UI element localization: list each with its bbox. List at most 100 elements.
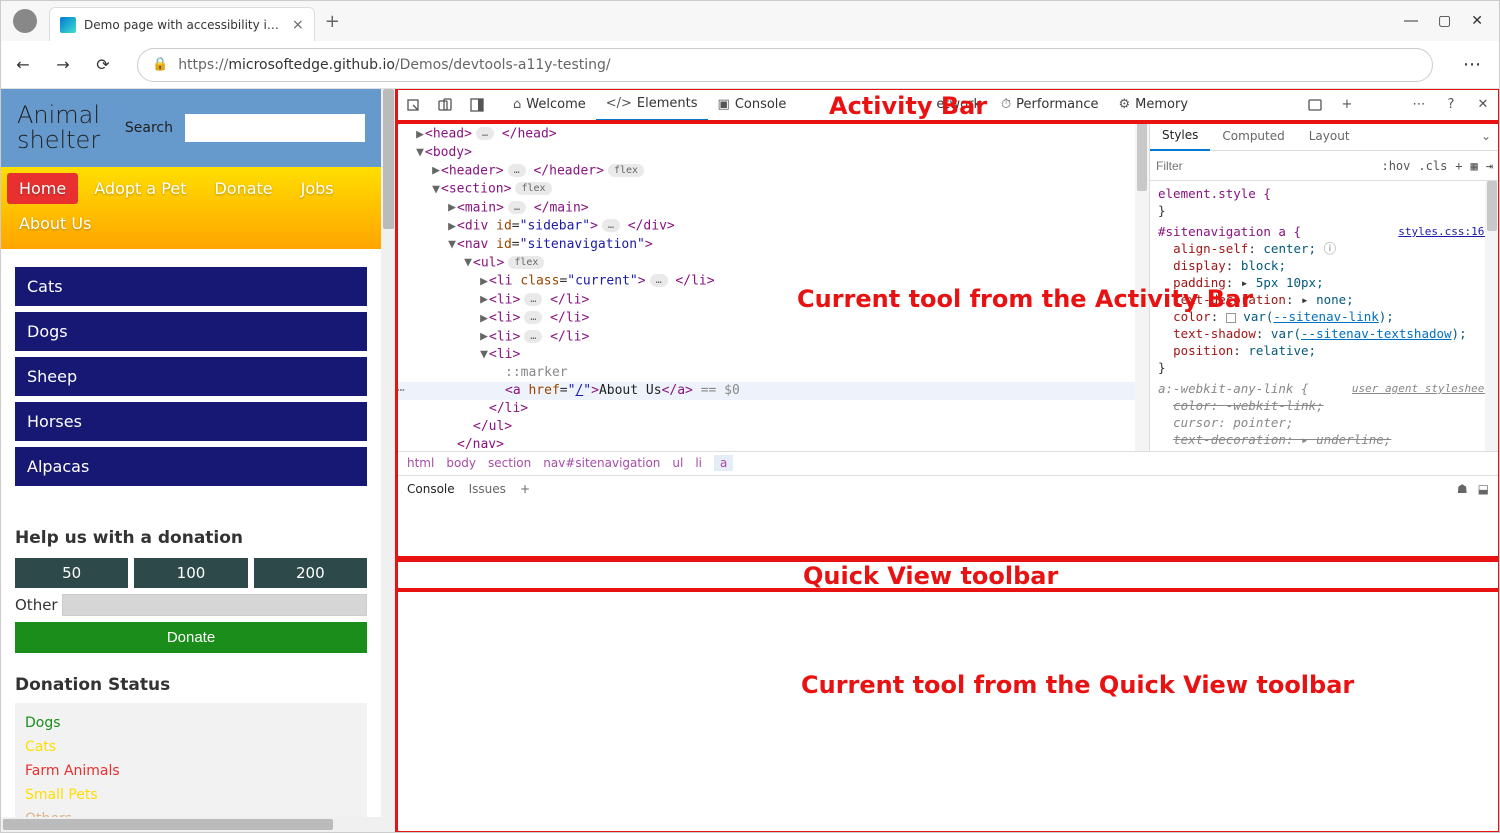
perf-icon: ⏱ <box>1001 97 1011 112</box>
site-nav: HomeAdopt a PetDonateJobs About Us <box>1 167 381 249</box>
devtools-close-icon[interactable]: ✕ <box>1467 97 1499 112</box>
titlebar: Demo page with accessibility issue × + ―… <box>1 1 1499 41</box>
tab-memory[interactable]: ⚙Memory <box>1109 89 1199 121</box>
help-icon[interactable]: ? <box>1435 97 1467 112</box>
animal-list: Cats Dogs Sheep Horses Alpacas <box>1 249 381 510</box>
content-area: Animal shelter Search HomeAdopt a PetDon… <box>1 89 1499 832</box>
donation-amount-button[interactable]: 50 <box>15 558 128 588</box>
tab-console[interactable]: ▣Console <box>708 89 797 121</box>
profile-icon[interactable] <box>13 9 37 33</box>
urlbar[interactable]: 🔒 https://microsoftedge.github.io/Demos/… <box>137 48 1433 82</box>
elements-icon: </> <box>606 96 632 111</box>
site-title: Animal shelter <box>17 103 113 153</box>
list-item[interactable]: Sheep <box>15 357 367 396</box>
nav-donate[interactable]: Donate <box>202 173 284 204</box>
tab-elements[interactable]: </>Elements <box>596 89 708 121</box>
hov-button[interactable]: :hov <box>1381 159 1410 173</box>
nav-adopt-a-pet[interactable]: Adopt a Pet <box>82 173 198 204</box>
donate-button[interactable]: Donate <box>15 622 367 653</box>
plus-icon[interactable]: + <box>1331 97 1363 112</box>
console-icon: ▣ <box>718 97 730 112</box>
status-item: Farm Animals <box>25 759 357 783</box>
panel-icon[interactable] <box>1299 97 1331 113</box>
activity-bar: ⌂Welcome </>Elements ▣Console etwork ⏱Pe… <box>397 89 1499 121</box>
styles-filter-input[interactable] <box>1156 159 1373 173</box>
bug-icon[interactable]: ☗ <box>1457 482 1468 496</box>
breadcrumb-item[interactable]: body <box>446 456 476 470</box>
list-item[interactable]: Alpacas <box>15 447 367 486</box>
quick-view-body[interactable] <box>397 503 1499 833</box>
more-icon[interactable]: ⋯ <box>1403 97 1435 112</box>
styles-tab-computed[interactable]: Computed <box>1210 121 1296 151</box>
maximize-icon[interactable]: ▢ <box>1438 13 1451 29</box>
quick-tab-console[interactable]: Console <box>407 482 455 496</box>
list-item[interactable]: Horses <box>15 402 367 441</box>
home-icon: ⌂ <box>513 97 521 112</box>
dom-tree[interactable]: ▶<head>… </head> ▼<body> ▶<header>… </he… <box>397 121 1149 451</box>
download-icon[interactable]: ⬓ <box>1478 482 1489 496</box>
edge-favicon-icon <box>60 17 76 33</box>
minimize-icon[interactable]: ― <box>1404 13 1418 29</box>
site-header: Animal shelter Search <box>1 89 381 167</box>
donation-amount-button[interactable]: 100 <box>134 558 247 588</box>
browser-tab[interactable]: Demo page with accessibility issue × <box>49 7 315 41</box>
styles-sidebar: Styles Computed Layout ⌄ :hov .cls + ▦ ⇥ <box>1149 121 1499 451</box>
export-icon[interactable]: ⇥ <box>1486 159 1493 173</box>
donation-amount-button[interactable]: 200 <box>254 558 367 588</box>
quick-tab-issues[interactable]: Issues <box>469 482 506 496</box>
navbar: ← → ⟳ 🔒 https://microsoftedge.github.io/… <box>1 41 1499 89</box>
inspect-icon[interactable] <box>397 97 429 113</box>
nav-about-us[interactable]: About Us <box>7 208 103 239</box>
tab-close-icon[interactable]: × <box>292 17 304 33</box>
elements-panel: ▶<head>… </head> ▼<body> ▶<header>… </he… <box>397 121 1499 451</box>
search-input[interactable] <box>185 114 365 142</box>
devtools: ⌂Welcome </>Elements ▣Console etwork ⏱Pe… <box>396 89 1499 832</box>
flex-icon[interactable]: ▦ <box>1471 159 1478 173</box>
styles-tab-styles[interactable]: Styles <box>1150 121 1210 151</box>
app-menu-button[interactable]: ⋯ <box>1453 54 1491 75</box>
breadcrumb-item[interactable]: section <box>488 456 531 470</box>
tab-network[interactable]: etwork <box>926 89 991 121</box>
breadcrumb[interactable]: html body section nav#sitenavigation ullia <box>397 451 1499 475</box>
forward-button[interactable]: → <box>49 51 77 79</box>
list-item[interactable]: Cats <box>15 267 367 306</box>
other-amount-input[interactable] <box>62 594 367 616</box>
list-item[interactable]: Dogs <box>15 312 367 351</box>
tab-title: Demo page with accessibility issue <box>84 18 284 32</box>
url-text: https://microsoftedge.github.io/Demos/de… <box>178 57 610 73</box>
refresh-button[interactable]: ⟳ <box>89 51 117 79</box>
donation-status: Donation Status DogsCatsFarm AnimalsSmal… <box>1 671 381 832</box>
breadcrumb-item[interactable]: html <box>407 456 434 470</box>
source-link[interactable]: styles.css:169 <box>1398 223 1491 240</box>
device-icon[interactable] <box>429 97 461 113</box>
breadcrumb-item[interactable]: li <box>695 456 702 470</box>
tab-welcome[interactable]: ⌂Welcome <box>503 89 596 121</box>
close-icon[interactable]: ✕ <box>1471 13 1483 29</box>
styles-tab-layout[interactable]: Layout <box>1297 121 1362 151</box>
back-button[interactable]: ← <box>9 51 37 79</box>
search-label: Search <box>125 120 173 136</box>
chevron-down-icon[interactable]: ⌄ <box>1481 129 1499 143</box>
new-tab-button[interactable]: + <box>325 11 340 32</box>
dom-scrollbar[interactable] <box>1135 121 1149 451</box>
new-rule-icon[interactable]: + <box>1455 159 1462 173</box>
cls-button[interactable]: .cls <box>1418 159 1447 173</box>
vscrollbar[interactable] <box>381 89 396 832</box>
status-item: Dogs <box>25 711 357 735</box>
hscrollbar[interactable] <box>1 817 381 832</box>
styles-rules[interactable]: element.style {} styles.css:169 #sitenav… <box>1150 181 1499 451</box>
other-label: Other <box>15 596 58 614</box>
dock-icon[interactable] <box>461 97 493 113</box>
tab-performance[interactable]: ⏱Performance <box>991 89 1109 121</box>
memory-icon: ⚙ <box>1119 97 1131 112</box>
breadcrumb-item[interactable]: a <box>714 455 733 471</box>
donation-section: Help us with a donation 50100200 Other D… <box>1 510 381 671</box>
breadcrumb-item[interactable]: ul <box>672 456 683 470</box>
nav-home[interactable]: Home <box>7 173 78 204</box>
breadcrumb-item[interactable]: nav#sitenavigation <box>543 456 660 470</box>
quick-plus-icon[interactable]: + <box>520 482 530 496</box>
nav-jobs[interactable]: Jobs <box>289 173 346 204</box>
donation-heading: Help us with a donation <box>15 528 367 548</box>
rules-scrollbar[interactable] <box>1485 181 1499 451</box>
browser-window: Demo page with accessibility issue × + ―… <box>0 0 1500 833</box>
